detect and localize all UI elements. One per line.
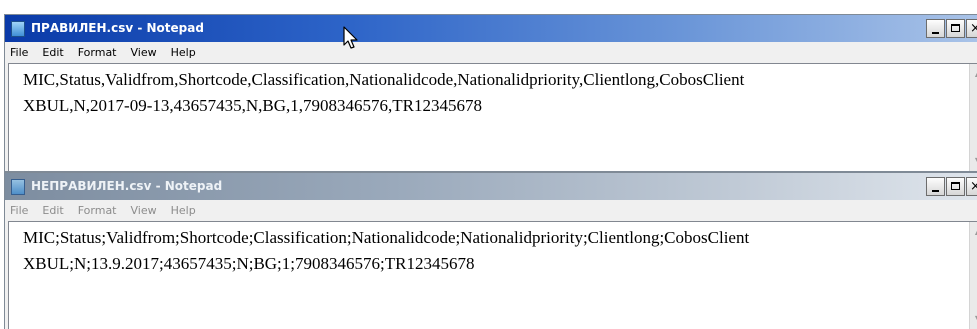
menu-file[interactable]: File <box>10 204 28 217</box>
maximize-button[interactable] <box>946 177 965 196</box>
close-button[interactable]: × <box>966 177 977 196</box>
window-title: НЕПРАВИЛЕН.csv - Notepad <box>31 179 223 193</box>
scroll-down-icon[interactable]: ▼ <box>972 313 977 325</box>
menu-edit[interactable]: Edit <box>42 204 63 217</box>
minimize-button[interactable] <box>926 19 945 38</box>
window-controls: × <box>926 177 977 196</box>
menu-format[interactable]: Format <box>78 204 117 217</box>
maximize-button[interactable] <box>946 19 965 38</box>
text-editor-area[interactable]: MIC;Status;Validfrom;Shortcode;Classific… <box>8 221 977 329</box>
notepad-window-pravilen[interactable]: ПРАВИЛЕН.csv - Notepad × File Edit Forma… <box>4 14 977 172</box>
title-bar[interactable]: НЕПРАВИЛЕН.csv - Notepad × <box>5 173 977 200</box>
menu-view[interactable]: View <box>131 204 157 217</box>
close-icon: × <box>970 179 977 194</box>
text-line-header: MIC,Status,Validfrom,Shortcode,Classific… <box>23 70 745 89</box>
maximize-icon <box>951 24 960 32</box>
menu-help[interactable]: Help <box>171 204 196 217</box>
scroll-up-icon[interactable]: ▲ <box>972 68 977 80</box>
text-line-data: XBUL,N,2017-09-13,43657435,N,BG,1,790834… <box>23 96 482 115</box>
notepad-icon[interactable] <box>11 179 25 195</box>
text-line-header: MIC;Status;Validfrom;Shortcode;Classific… <box>23 228 750 247</box>
scroll-up-icon[interactable]: ▲ <box>972 226 977 238</box>
menu-edit[interactable]: Edit <box>42 46 63 59</box>
window-title: ПРАВИЛЕН.csv - Notepad <box>31 21 204 35</box>
minimize-button[interactable] <box>926 177 945 196</box>
menu-help[interactable]: Help <box>171 46 196 59</box>
mouse-pointer-icon <box>343 26 358 49</box>
menu-format[interactable]: Format <box>78 46 117 59</box>
text-editor-area[interactable]: MIC,Status,Validfrom,Shortcode,Classific… <box>8 63 977 171</box>
window-controls: × <box>926 19 977 38</box>
menu-bar: File Edit Format View Help <box>5 200 977 220</box>
notepad-window-nepravilen[interactable]: НЕПРАВИЛЕН.csv - Notepad × File Edit For… <box>4 172 977 329</box>
close-button[interactable]: × <box>966 19 977 38</box>
maximize-icon <box>951 182 960 190</box>
scroll-down-icon[interactable]: ▼ <box>972 155 977 167</box>
menu-file[interactable]: File <box>10 46 28 59</box>
menu-view[interactable]: View <box>131 46 157 59</box>
minimize-icon <box>932 190 939 192</box>
vertical-scrollbar[interactable]: ▲ ▼ <box>969 222 977 329</box>
title-bar[interactable]: ПРАВИЛЕН.csv - Notepad × <box>5 15 977 42</box>
minimize-icon <box>932 32 939 34</box>
menu-bar: File Edit Format View Help <box>5 42 977 62</box>
close-icon: × <box>970 21 977 36</box>
text-line-data: XBUL;N;13.9.2017;43657435;N;BG;1;7908346… <box>23 254 475 273</box>
notepad-icon[interactable] <box>11 21 25 37</box>
vertical-scrollbar[interactable]: ▲ ▼ <box>969 64 977 171</box>
